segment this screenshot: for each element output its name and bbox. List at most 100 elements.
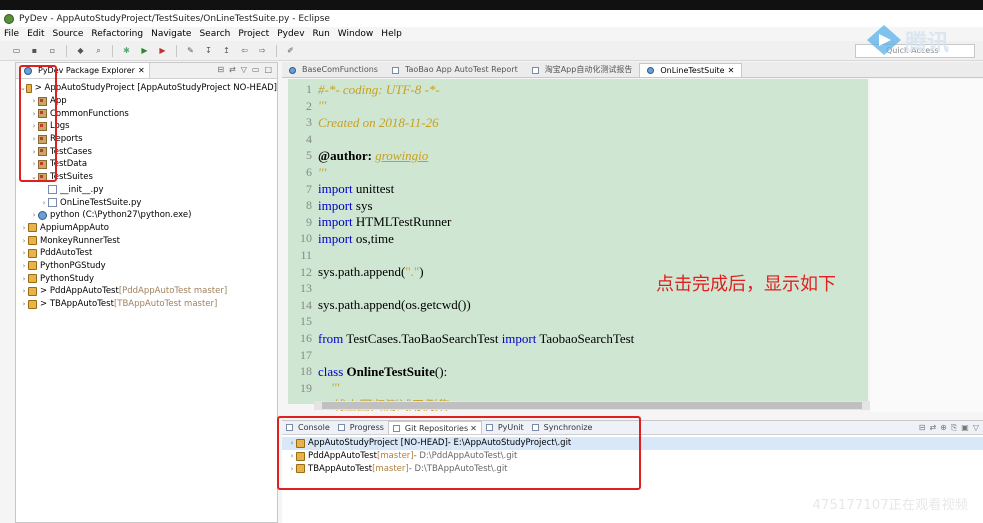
add-repo-icon[interactable]: ⊕ [940,423,947,433]
collapsed-arrow-icon[interactable]: › [288,465,296,473]
menu-item-window[interactable]: Window [338,29,374,39]
maximize-icon[interactable]: □ [264,65,272,74]
collapsed-arrow-icon[interactable]: › [20,262,28,270]
minimize-icon[interactable]: ▭ [252,65,260,74]
menu-item-file[interactable]: File [4,29,19,39]
collapsed-arrow-icon[interactable]: › [288,439,296,447]
bottom-tab-console[interactable]: Console [282,421,334,434]
forward-icon[interactable]: ⇨ [256,45,269,57]
menu-item-edit[interactable]: Edit [27,29,44,39]
print-icon[interactable]: ▫ [46,45,59,57]
tree-item[interactable]: › Logs [16,120,277,133]
tree-item[interactable]: › > PddAppAutoTest [PddAppAutoTest master… [16,285,277,298]
horizontal-scrollbar[interactable] [314,401,888,410]
tree-item[interactable]: __init__.py [16,184,277,197]
run-icon[interactable]: ▶ [138,45,151,57]
expanded-arrow-icon[interactable]: ⌄ [20,84,26,92]
editor-tab[interactable]: BaseComFunctions [282,63,385,77]
collapsed-arrow-icon[interactable]: › [30,135,38,143]
back-icon[interactable]: ⇦ [238,45,251,57]
scrollbar-thumb[interactable] [322,402,862,409]
collapsed-arrow-icon[interactable]: › [20,275,28,283]
view-menu-icon[interactable]: ▽ [973,423,979,433]
menu-item-project[interactable]: Project [238,29,269,39]
line-number: 19 [300,380,312,395]
editor-tab[interactable]: TaoBao App AutoTest Report [385,63,525,77]
menu-item-refactoring[interactable]: Refactoring [91,29,143,39]
tree-item[interactable]: › PddAutoTest [16,247,277,260]
code-line: 2 ''' [288,98,868,115]
prev-annotation-icon[interactable]: ↥ [220,45,233,57]
repository-item[interactable]: › AppAutoStudyProject [NO-HEAD] - E:\AppA… [282,437,983,450]
link-editor-icon[interactable]: ⇄ [229,65,236,74]
repository-item[interactable]: › TBAppAutoTest [master] - D:\TBAppAutoTe… [282,462,983,475]
bottom-tab-synchronize[interactable]: Synchronize [528,421,597,434]
clone-repo-icon[interactable]: ⎘ [951,423,957,433]
code-editor[interactable]: 1 #-*- coding: UTF-8 -*- 2 ''' 3 Created on 2… [288,79,868,413]
bottom-tab-progress[interactable]: Progress [334,421,388,434]
tree-item[interactable]: ⌄ > AppAutoStudyProject [AppAutoStudyProj… [16,82,277,95]
new-package-icon[interactable]: ✎ [184,45,197,57]
save-icon[interactable]: ▪ [28,45,41,57]
tree-item[interactable]: › OnLineTestSuite.py [16,196,277,209]
collapsed-arrow-icon[interactable]: › [30,110,38,118]
collapsed-arrow-icon[interactable]: › [30,122,38,130]
tree-item[interactable]: › TestData [16,158,277,171]
close-icon[interactable]: ✕ [470,424,477,433]
open-type-icon[interactable]: ◆ [74,45,87,57]
repository-item[interactable]: › PddAppAutoTest [master] - D:\PddAppAuto… [282,450,983,463]
tree-item[interactable]: › MonkeyRunnerTest [16,234,277,247]
collapsed-arrow-icon[interactable]: › [30,148,38,156]
tree-item[interactable]: › AppiumAppAuto [16,222,277,235]
menu-item-pydev[interactable]: Pydev [277,29,304,39]
package-explorer-tab[interactable]: PyDev Package Explorer ✕ [20,63,150,78]
new-icon[interactable]: ▭ [10,45,23,57]
debug-icon[interactable]: ✱ [120,45,133,57]
tree-item[interactable]: › > TBAppAutoTest [TBAppAutoTest master] [16,298,277,311]
collapsed-arrow-icon[interactable]: › [20,249,28,257]
collapsed-arrow-icon[interactable]: › [40,199,48,207]
create-repo-icon[interactable]: ▣ [961,423,969,433]
collapsed-arrow-icon[interactable]: › [20,287,28,295]
tree-item[interactable]: ⌄ TestSuites [16,171,277,184]
pin-editor-icon[interactable]: ✐ [284,45,297,57]
collapse-icon[interactable]: ⊟ [919,423,926,433]
code-line: 4 [288,131,868,148]
close-icon[interactable]: ✕ [138,66,145,75]
editor-tab[interactable]: OnLineTestSuite ✕ [639,63,743,78]
editor-tab[interactable]: 淘宝App自动化测试报告 [525,63,640,77]
collapsed-arrow-icon[interactable]: › [30,160,38,168]
bottom-tab-label: Console [298,423,330,432]
link-icon[interactable]: ⇄ [929,423,936,433]
bottom-tab-pyunit[interactable]: PyUnit [482,421,528,434]
tree-item[interactable]: › CommonFunctions [16,107,277,120]
close-icon[interactable]: ✕ [728,64,735,78]
view-menu-icon[interactable]: ▽ [241,65,247,74]
screen-top-bar [0,0,983,10]
collapsed-arrow-icon[interactable]: › [288,452,296,460]
collapsed-arrow-icon[interactable]: › [20,237,28,245]
expanded-arrow-icon[interactable]: ⌄ [30,173,38,181]
collapsed-arrow-icon[interactable]: › [30,211,38,219]
collapsed-arrow-icon[interactable]: › [20,224,28,232]
menu-item-search[interactable]: Search [199,29,230,39]
tree-item[interactable]: › python (C:\Python27\python.exe) [16,209,277,222]
code-token: growingio [375,147,429,163]
menu-item-run[interactable]: Run [313,29,330,39]
tree-item[interactable]: › PythonPGStudy [16,260,277,273]
tree-item[interactable]: › TestCases [16,145,277,158]
menu-item-help[interactable]: Help [381,29,402,39]
next-annotation-icon[interactable]: ↧ [202,45,215,57]
external-tools-icon[interactable]: ▶ [156,45,169,57]
search-icon[interactable]: ⌕ [92,45,105,57]
code-token: OnlineTestSuite [346,363,435,379]
collapse-all-icon[interactable]: ⊟ [217,65,224,74]
menu-item-navigate[interactable]: Navigate [151,29,191,39]
collapsed-arrow-icon[interactable]: › [30,97,38,105]
collapsed-arrow-icon[interactable]: › [20,300,28,308]
tree-item[interactable]: › App [16,95,277,108]
tree-item[interactable]: › PythonStudy [16,272,277,285]
menu-item-source[interactable]: Source [53,29,84,39]
tree-item[interactable]: › Reports [16,133,277,146]
bottom-tab-git-repositories[interactable]: Git Repositories ✕ [387,421,482,434]
